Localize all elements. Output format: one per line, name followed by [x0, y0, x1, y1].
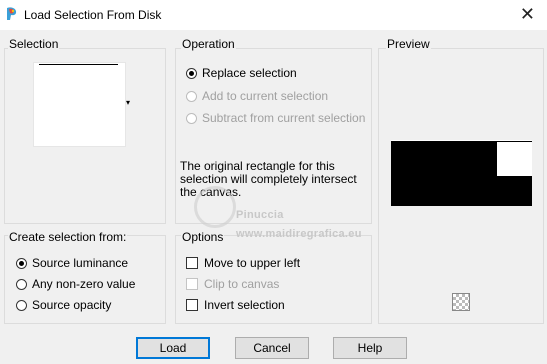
checkbox-invert-selection-box[interactable]	[186, 299, 198, 311]
radio-replace-selection-label: Replace selection	[202, 66, 297, 80]
chevron-down-icon[interactable]: ▾	[126, 98, 130, 107]
watermark-logo	[194, 186, 236, 228]
help-button[interactable]: Help	[333, 337, 407, 359]
radio-source-luminance[interactable]: Source luminance	[16, 254, 128, 272]
radio-source-opacity-label: Source opacity	[32, 298, 112, 312]
preview-selection-area	[497, 142, 532, 176]
radio-add-to-selection-indicator[interactable]	[186, 90, 197, 102]
checkbox-clip-to-canvas-label: Clip to canvas	[204, 277, 280, 291]
radio-source-luminance-indicator[interactable]	[16, 257, 27, 269]
checkbox-clip-to-canvas-box[interactable]	[186, 278, 198, 290]
transparency-checker-icon[interactable]	[452, 293, 470, 311]
radio-source-opacity-indicator[interactable]	[16, 299, 27, 311]
watermark-url: www.maidiregrafica.eu	[236, 228, 362, 240]
options-group-label: Options	[181, 230, 225, 244]
selection-thumbnail[interactable]	[33, 62, 126, 147]
checkbox-invert-selection[interactable]: Invert selection	[186, 296, 285, 314]
radio-replace-selection[interactable]: Replace selection	[186, 64, 297, 82]
operation-group-label: Operation	[181, 37, 236, 51]
radio-subtract-from-selection-indicator[interactable]	[186, 112, 197, 124]
radio-add-to-selection-label: Add to current selection	[202, 89, 329, 103]
radio-replace-selection-indicator[interactable]	[186, 67, 197, 79]
preview-canvas-edge	[391, 140, 532, 141]
watermark-name: Pinuccia	[236, 209, 284, 221]
checkbox-move-to-upper-left-label: Move to upper left	[204, 256, 301, 270]
window-title: Load Selection From Disk	[24, 8, 162, 22]
app-icon	[7, 7, 17, 20]
load-button[interactable]: Load	[136, 337, 210, 359]
selection-thumbnail-line	[39, 64, 118, 65]
radio-add-to-selection[interactable]: Add to current selection	[186, 87, 328, 105]
radio-any-non-zero-value-label: Any non-zero value	[32, 277, 136, 291]
title-bar: Load Selection From Disk ✕	[0, 0, 547, 30]
radio-subtract-from-selection-label: Subtract from current selection	[202, 111, 366, 125]
radio-source-luminance-label: Source luminance	[32, 256, 129, 270]
preview-group-label: Preview	[386, 37, 431, 51]
checkbox-invert-selection-label: Invert selection	[204, 298, 285, 312]
close-icon[interactable]: ✕	[520, 4, 535, 25]
checkbox-move-to-upper-left-box[interactable]	[186, 257, 198, 269]
radio-any-non-zero-value-indicator[interactable]	[16, 278, 27, 290]
radio-source-opacity[interactable]: Source opacity	[16, 296, 111, 314]
checkbox-move-to-upper-left[interactable]: Move to upper left	[186, 254, 300, 272]
radio-subtract-from-selection[interactable]: Subtract from current selection	[186, 109, 365, 127]
create-from-group-label: Create selection from:	[8, 230, 128, 244]
checkbox-clip-to-canvas[interactable]: Clip to canvas	[186, 275, 279, 293]
cancel-button[interactable]: Cancel	[235, 337, 309, 359]
radio-any-non-zero-value[interactable]: Any non-zero value	[16, 275, 135, 293]
selection-group-label: Selection	[8, 37, 60, 51]
